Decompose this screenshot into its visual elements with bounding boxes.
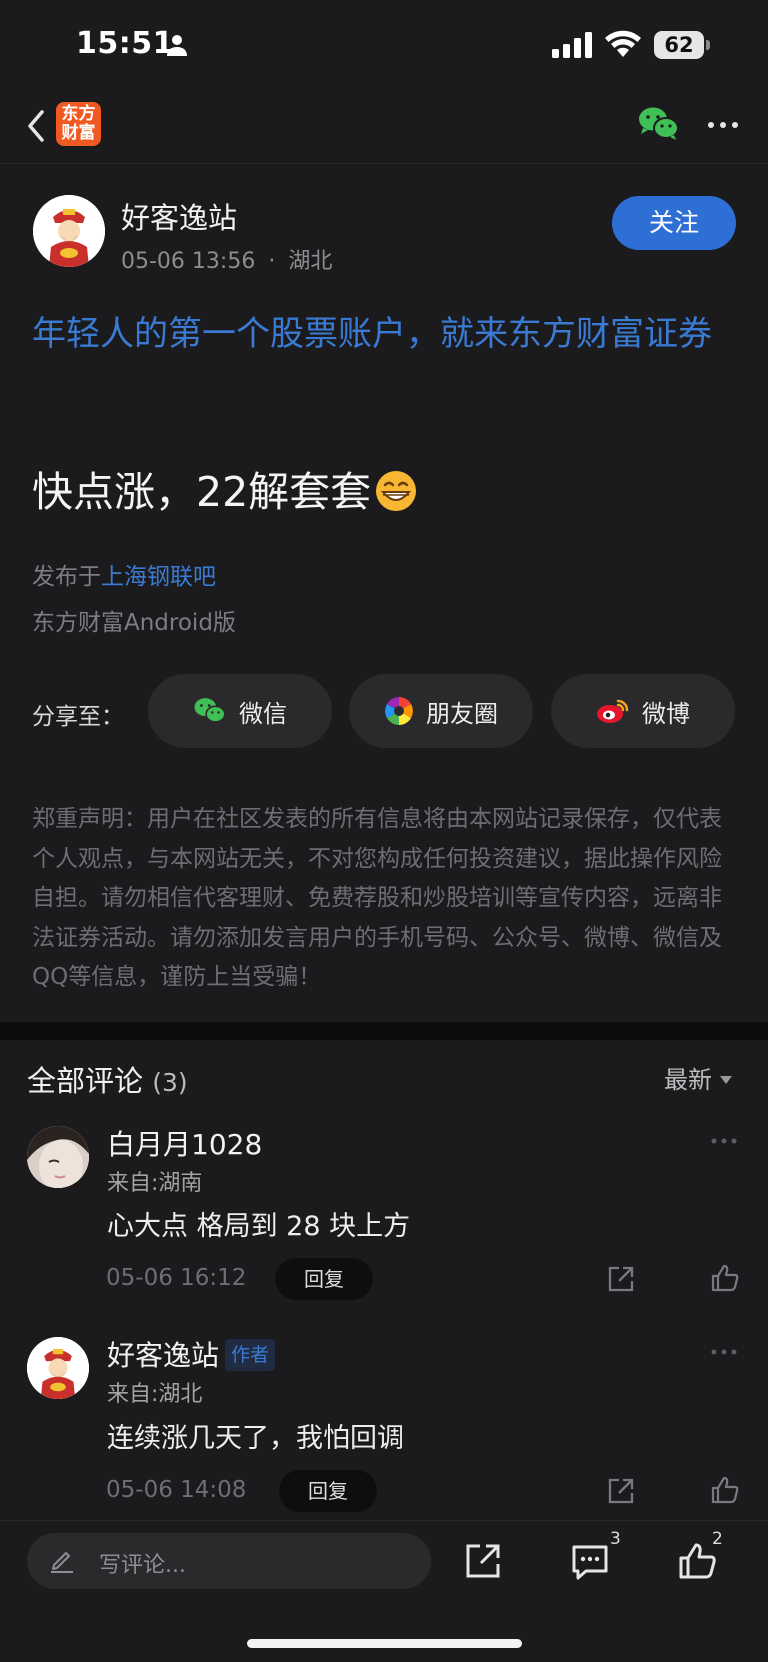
comment-text: 连续涨几天了，我怕回调 bbox=[107, 1423, 404, 1454]
weibo-icon bbox=[597, 699, 629, 723]
thumbs-up-icon[interactable] bbox=[710, 1263, 740, 1293]
author-avatar[interactable] bbox=[33, 195, 105, 267]
share-icon[interactable] bbox=[606, 1264, 636, 1294]
client-info: 东方财富Android版 bbox=[32, 610, 236, 636]
forum-link[interactable]: 上海钢联吧 bbox=[101, 564, 216, 590]
share-weibo-button[interactable]: 微博 bbox=[551, 674, 735, 748]
post-meta: 05-06 13:56 · 湖北 bbox=[121, 243, 332, 275]
battery-indicator: 62 bbox=[654, 31, 704, 59]
comment-username: 好客逸站 作者 bbox=[107, 1334, 276, 1374]
post-text: 快点涨，22解套套 bbox=[32, 468, 372, 516]
comment-text: 心大点 格局到 28 块上方 bbox=[107, 1211, 411, 1242]
write-comment-placeholder: 写评论... bbox=[99, 1553, 186, 1578]
signal-icon bbox=[552, 32, 592, 58]
thumbs-up-icon[interactable] bbox=[710, 1475, 740, 1505]
comment-time: 05-06 14:08 bbox=[106, 1477, 247, 1503]
published-prefix: 发布于 bbox=[32, 564, 101, 590]
comments-count: (3) bbox=[152, 1068, 188, 1097]
share-wechat-label: 微信 bbox=[239, 699, 287, 728]
share-icon[interactable] bbox=[606, 1476, 636, 1506]
bottom-action-bar: 写评论... 3 2 bbox=[0, 1520, 768, 1662]
meta-separator: · bbox=[268, 249, 276, 274]
top-nav-bar: 东方财富 bbox=[0, 92, 768, 164]
brand-logo[interactable]: 东方财富 bbox=[56, 102, 101, 146]
share-moments-label: 朋友圈 bbox=[426, 699, 498, 728]
author-badge: 作者 bbox=[225, 1339, 276, 1371]
comments-title: 全部评论 bbox=[27, 1064, 144, 1098]
back-icon[interactable] bbox=[22, 106, 52, 146]
comment-icon[interactable] bbox=[570, 1543, 610, 1581]
wechat-icon[interactable] bbox=[638, 106, 680, 142]
share-wechat-button[interactable]: 微信 bbox=[148, 674, 332, 748]
follow-button[interactable]: 关注 bbox=[612, 196, 736, 250]
commenter-avatar[interactable] bbox=[27, 1126, 89, 1188]
more-icon[interactable] bbox=[710, 1137, 738, 1145]
comment-time: 05-06 16:12 bbox=[106, 1265, 247, 1291]
comments-header: 全部评论 (3) bbox=[27, 1058, 188, 1100]
like-count-badge: 2 bbox=[712, 1529, 723, 1549]
person-icon bbox=[167, 35, 187, 56]
reply-button[interactable]: 回复 bbox=[279, 1470, 377, 1512]
promo-link[interactable]: 年轻人的第一个股票账户，就来东方财富证券 bbox=[32, 308, 736, 361]
caret-down-icon bbox=[720, 1076, 732, 1084]
share-weibo-label: 微博 bbox=[642, 699, 690, 728]
sort-dropdown[interactable]: 最新 bbox=[664, 1060, 732, 1095]
thumbs-up-icon[interactable] bbox=[677, 1541, 717, 1581]
pencil-icon bbox=[51, 1552, 73, 1573]
wifi-icon bbox=[605, 30, 641, 57]
post-body: 快点涨，22解套套 bbox=[32, 458, 417, 518]
comment-username[interactable]: 白月月1028 bbox=[107, 1123, 262, 1163]
home-indicator bbox=[247, 1639, 522, 1648]
comment-count-badge: 3 bbox=[610, 1529, 621, 1549]
post-location: 湖北 bbox=[288, 249, 333, 274]
section-divider bbox=[0, 1022, 768, 1040]
more-icon[interactable] bbox=[710, 1348, 738, 1356]
status-bar: 15:51 62 bbox=[0, 0, 768, 92]
sort-label: 最新 bbox=[664, 1066, 712, 1094]
grinning-emoji-icon bbox=[376, 471, 417, 511]
commenter-avatar[interactable] bbox=[27, 1337, 89, 1399]
god-of-wealth-avatar-icon bbox=[33, 195, 105, 267]
god-of-wealth-avatar-icon bbox=[27, 1337, 89, 1399]
battery-tip bbox=[706, 40, 710, 50]
publish-info: 发布于上海钢联吧 bbox=[32, 557, 216, 591]
reply-button[interactable]: 回复 bbox=[275, 1258, 373, 1300]
comment-region: 来自:湖北 bbox=[107, 1382, 203, 1407]
author-name[interactable]: 好客逸站 bbox=[121, 195, 237, 237]
status-time: 15:51 bbox=[76, 26, 174, 61]
more-icon[interactable] bbox=[707, 120, 739, 130]
comment-region: 来自:湖南 bbox=[107, 1171, 203, 1196]
share-label: 分享至： bbox=[32, 704, 124, 730]
moments-icon bbox=[385, 697, 413, 725]
comment-username-text[interactable]: 好客逸站 bbox=[107, 1339, 219, 1372]
disclaimer-text: 郑重声明：用户在社区发表的所有信息将由本网站记录保存，仅代表个人观点，与本网站无… bbox=[32, 806, 722, 990]
write-comment-input[interactable]: 写评论... bbox=[27, 1533, 431, 1589]
wechat-icon bbox=[194, 698, 226, 723]
post-date: 05-06 13:56 bbox=[121, 249, 256, 274]
user-photo-avatar-icon bbox=[27, 1126, 89, 1188]
share-moments-button[interactable]: 朋友圈 bbox=[349, 674, 533, 748]
share-icon[interactable] bbox=[463, 1541, 503, 1581]
